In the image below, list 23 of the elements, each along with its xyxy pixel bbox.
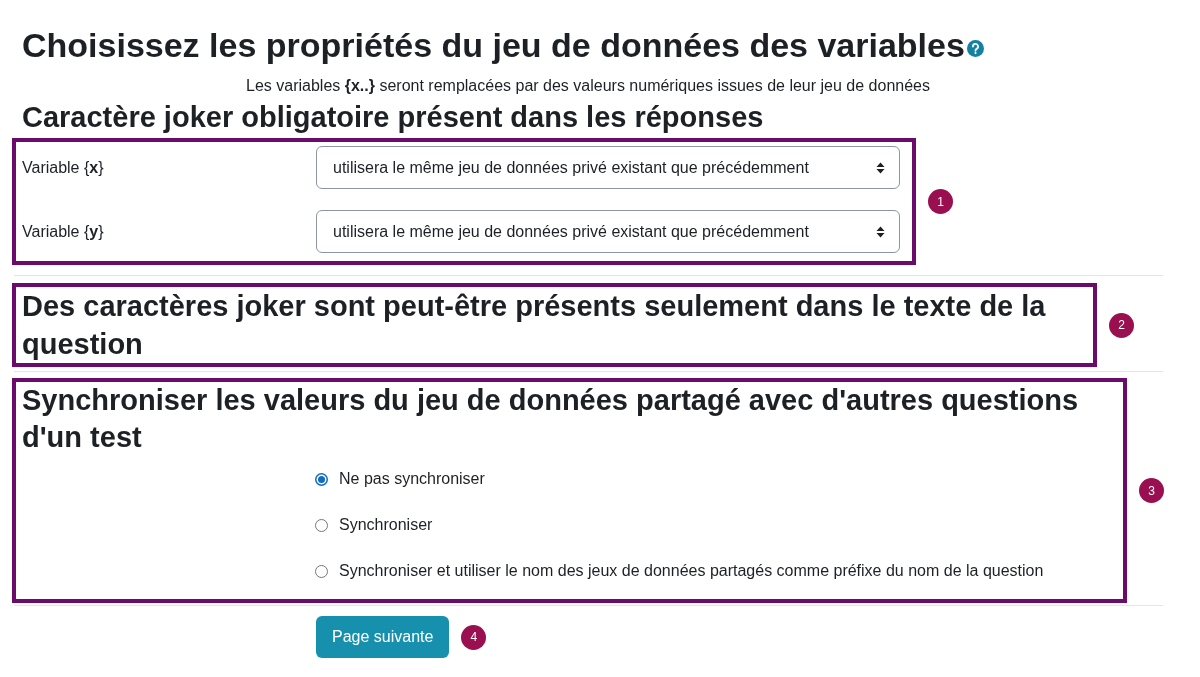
dropdown[interactable]: utilisera le même jeu de données privé existant que précédemment [316, 210, 900, 253]
radio-button[interactable] [315, 564, 328, 578]
section-heading: Caractère joker obligatoire présent dans les réponses [21, 100, 765, 135]
step-marker: 4 [461, 624, 487, 650]
help-icon[interactable] [966, 39, 984, 57]
page-title: Choisissez les propriétés du jeu de données des variables [22, 25, 965, 66]
field-label: Variable {x} [22, 157, 105, 178]
step-marker: 3 [1139, 478, 1164, 503]
step-marker: 2 [1109, 312, 1134, 338]
section-heading: Des caractères joker sont peut-être présents seulement dans le texte de la question [22, 289, 1047, 362]
option-label: Synchroniser et utiliser le nom des jeux de données partagés comme préfixe du nom de la question [339, 561, 1044, 581]
field-label: Variable {y} [22, 221, 105, 242]
dropdown[interactable]: utilisera le même jeu de données privé existant que précédemment [316, 146, 900, 189]
up-down-caret-icon [876, 161, 885, 174]
radio-button[interactable] [315, 472, 328, 486]
option-label: Synchroniser [339, 515, 433, 535]
intro-text: Les variables {x..} seront remplacées par des valeurs numériques issues de leur jeu de données [245, 76, 931, 96]
step-marker: 1 [928, 189, 953, 214]
radio-button[interactable] [315, 518, 328, 532]
section-heading: Synchroniser les valeurs du jeu de données partagé avec d'autres questions d'un test [22, 383, 1080, 455]
option-label: Ne pas synchroniser [339, 469, 485, 489]
up-down-caret-icon [876, 225, 885, 238]
next-page-button[interactable]: Page suivante [316, 616, 450, 658]
